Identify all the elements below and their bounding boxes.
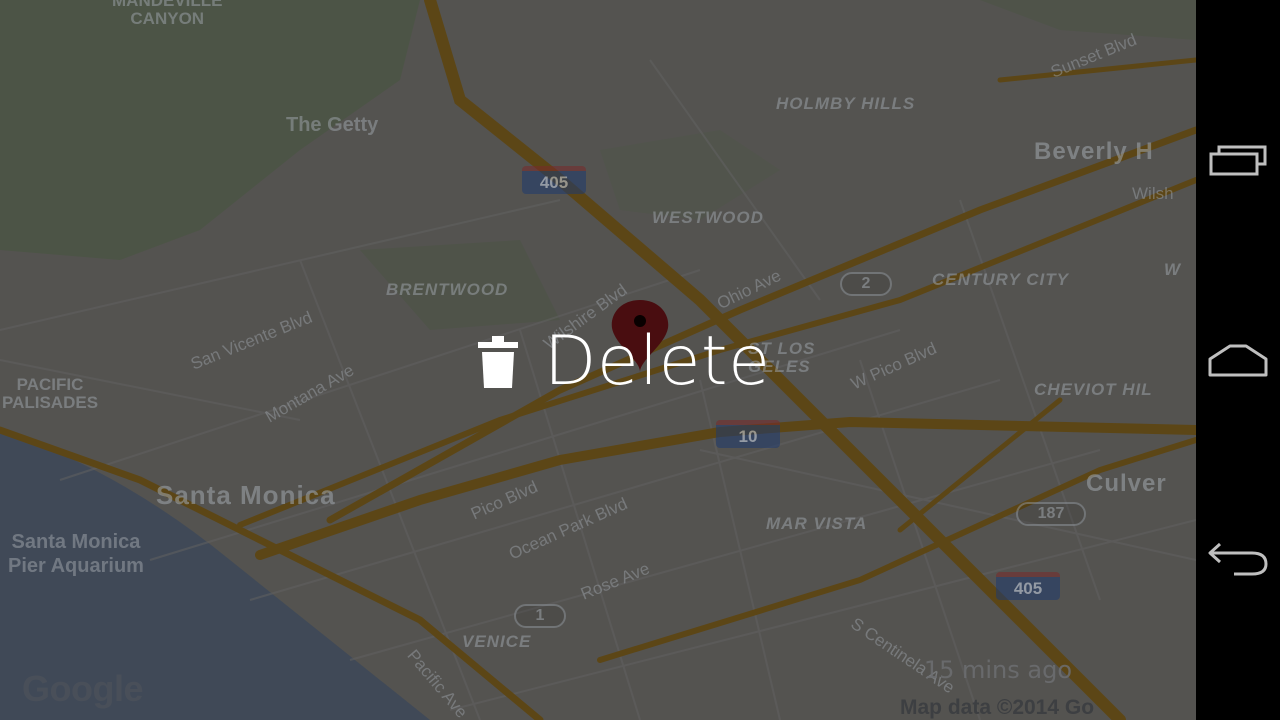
map-copyright: Map data ©2014 Go xyxy=(900,696,1095,719)
route-1-marker: 1 xyxy=(514,604,566,628)
shield-i405-north: 405 xyxy=(522,166,586,194)
map-label-pacific-palisades: PACIFIC PALISADES xyxy=(2,375,99,412)
shield-i405-south: 405 xyxy=(996,572,1060,600)
map-label-cheviot-hills: CHEVIOT HIL xyxy=(1034,380,1153,399)
map-label-beverly-hills: Beverly H xyxy=(1034,138,1154,165)
home-button[interactable] xyxy=(1196,300,1280,420)
map-view[interactable]: MANDEVILLE CANYON HOLMBY HILLS The Getty… xyxy=(0,0,1196,720)
map-label-venice: VENICE xyxy=(462,632,532,651)
back-icon xyxy=(1208,542,1268,576)
map-label-mandeville-canyon: MANDEVILLE CANYON xyxy=(112,0,223,28)
map-label-culver: Culver xyxy=(1086,470,1167,497)
route-187-marker: 187 xyxy=(1016,502,1086,526)
delete-button[interactable]: Delete xyxy=(478,326,770,398)
trash-icon xyxy=(478,336,518,388)
map-label-westwood: WESTWOOD xyxy=(652,208,764,227)
map-label-century-city: CENTURY CITY xyxy=(932,270,1070,289)
map-label-mar-vista: MAR VISTA xyxy=(766,514,868,533)
map-label-wilshire-east: Wilsh xyxy=(1132,184,1174,203)
timestamp: 15 mins ago xyxy=(923,656,1072,684)
google-logo: Google xyxy=(22,668,144,709)
route-2-marker: 2 xyxy=(840,272,892,296)
map-label-pier-aquarium: Santa Monica Pier Aquarium xyxy=(8,531,144,577)
delete-label: Delete xyxy=(544,322,771,401)
map-label-holmby-hills: HOLMBY HILLS xyxy=(776,94,916,113)
map-label-the-getty: The Getty xyxy=(286,114,379,136)
shield-i10: 10 xyxy=(716,420,780,448)
recent-apps-button[interactable] xyxy=(1196,100,1280,220)
back-button[interactable] xyxy=(1196,498,1280,618)
map-label-brentwood: BRENTWOOD xyxy=(386,280,509,299)
recent-apps-icon xyxy=(1209,145,1267,176)
home-icon xyxy=(1208,344,1268,377)
map-label-w: W xyxy=(1164,260,1182,279)
map-label-santa-monica: Santa Monica xyxy=(156,480,336,510)
navigation-bar xyxy=(1196,0,1280,720)
